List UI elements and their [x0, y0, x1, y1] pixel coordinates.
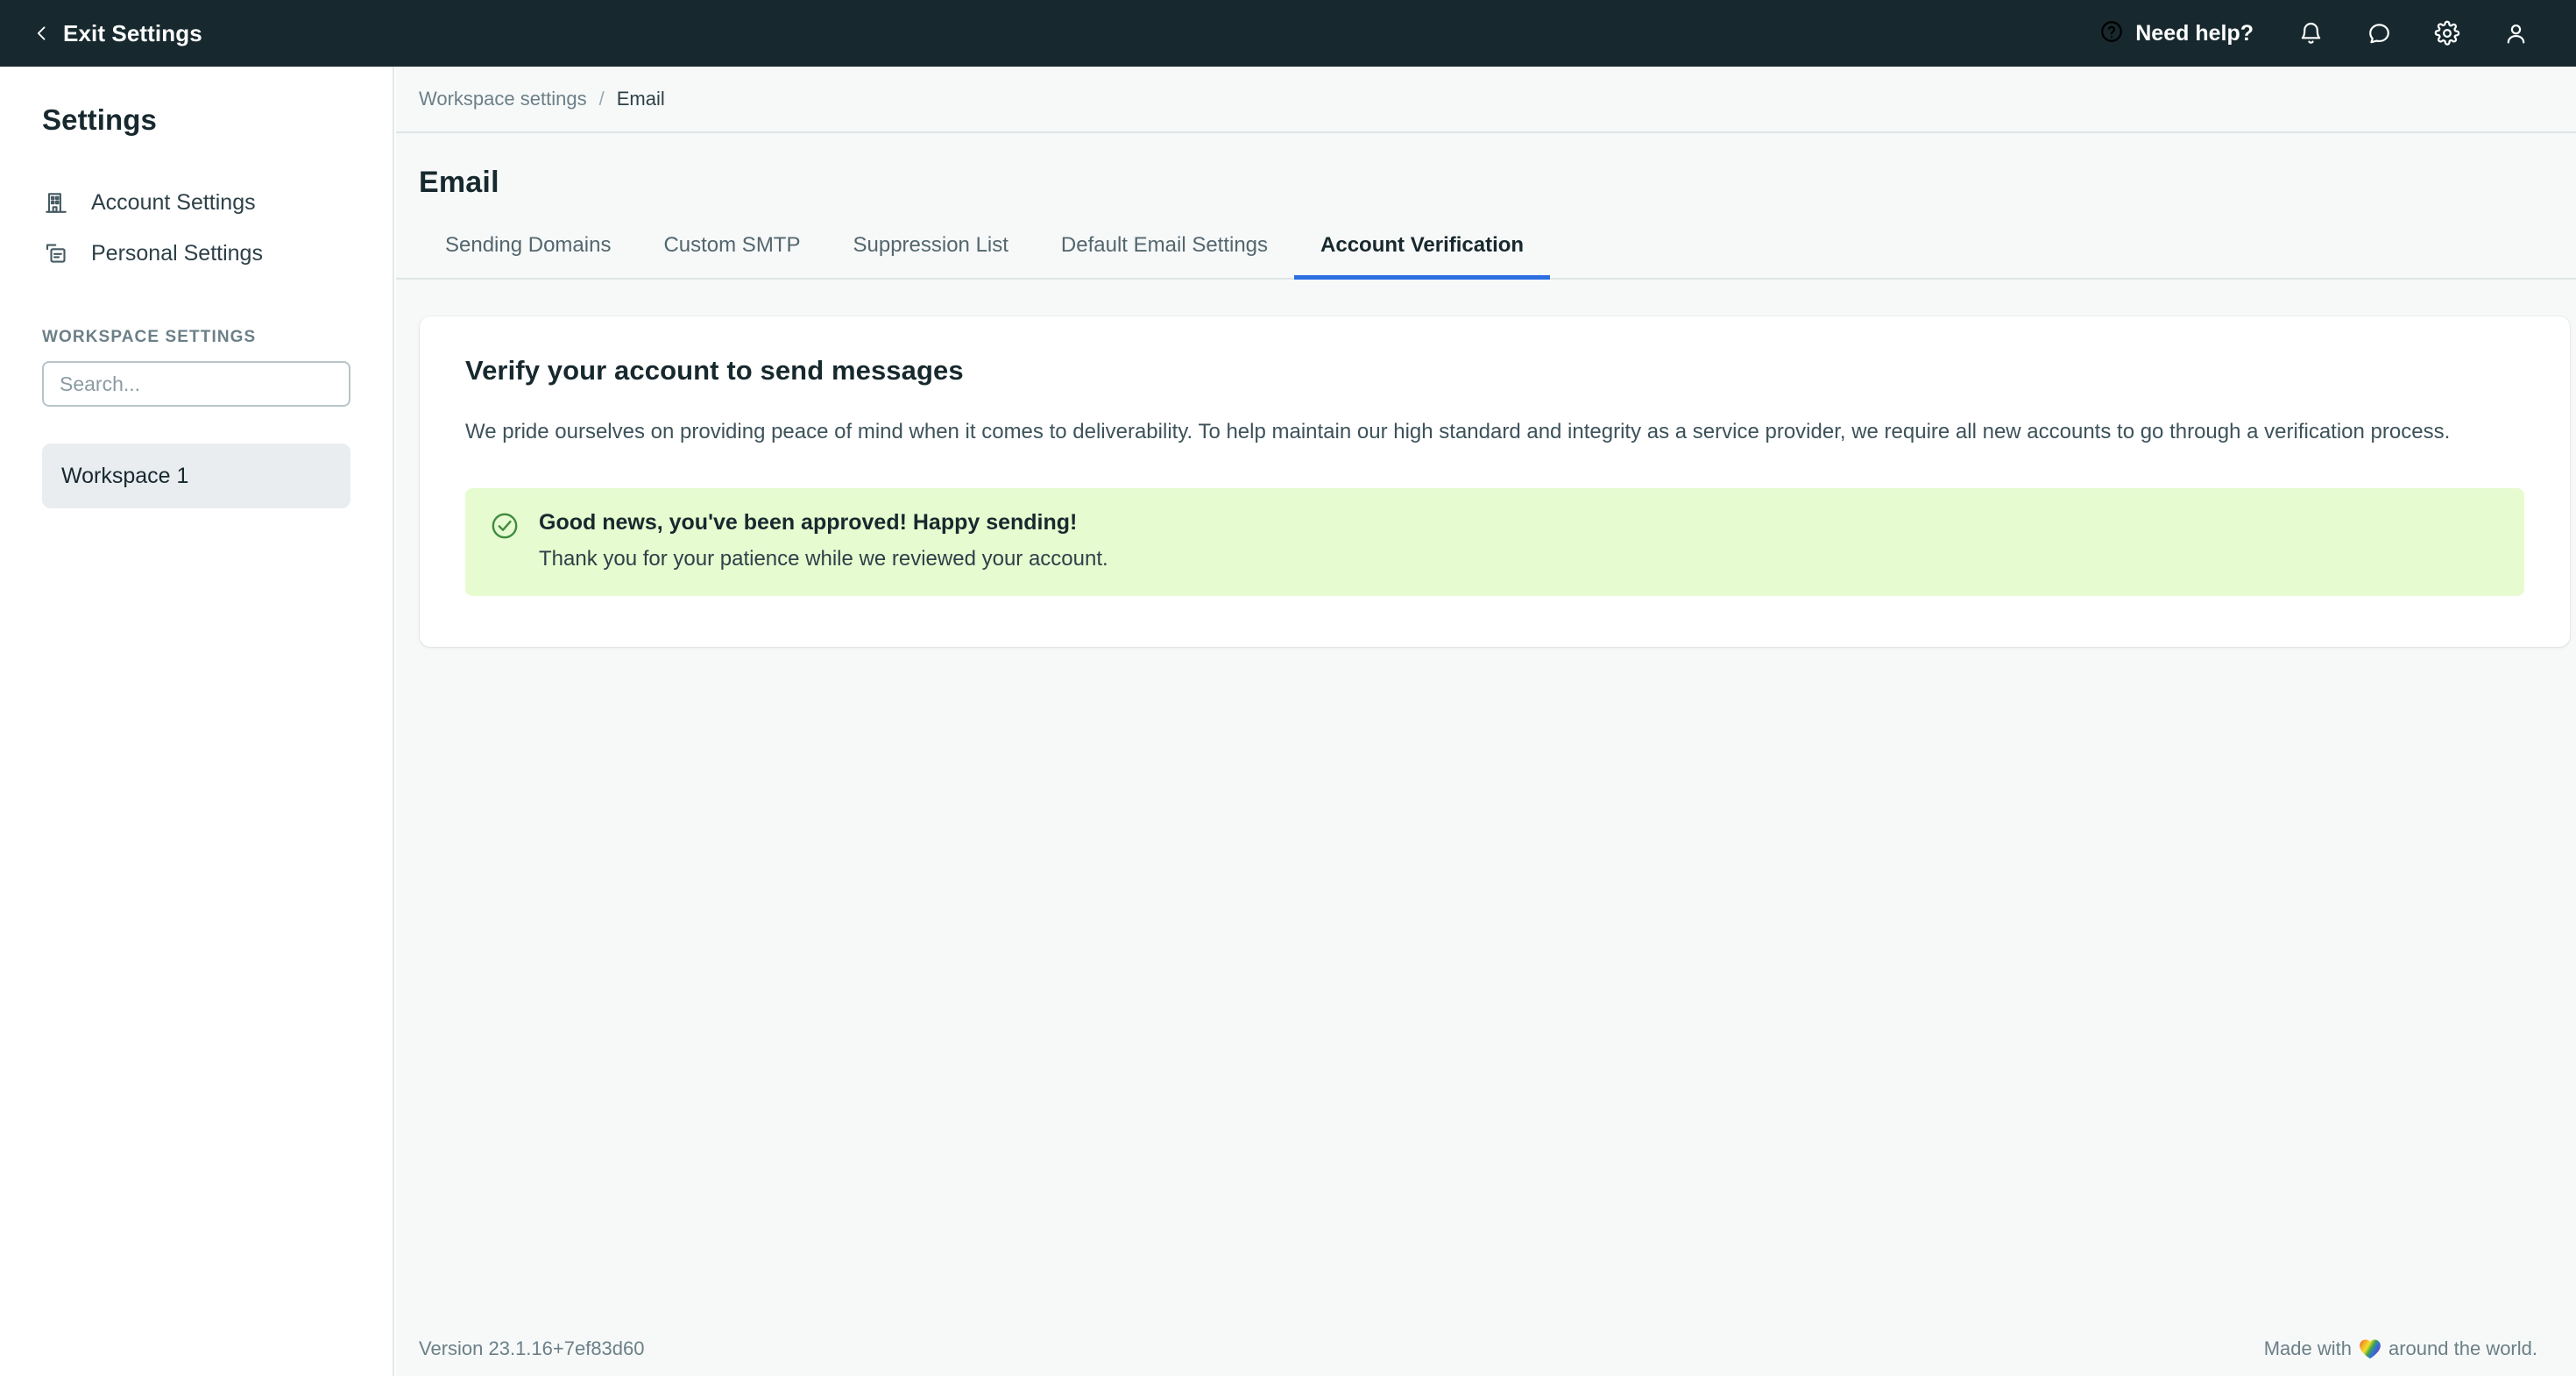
approval-alert-text: Good news, you've been approved! Happy s… — [539, 507, 1108, 573]
search-input[interactable] — [42, 361, 350, 407]
sidebar-nav: Account Settings Personal Settings — [0, 177, 393, 279]
made-with-note: Made with around the world. — [2264, 1337, 2537, 1360]
sidebar-section-label: WORKSPACE SETTINGS — [42, 328, 257, 346]
card-paragraph: We pride ourselves on providing peace of… — [465, 420, 2451, 443]
sidebar-item-account-settings[interactable]: Account Settings — [0, 177, 393, 228]
settings-sidebar: Settings Account Settings Personal Setti… — [0, 67, 394, 1376]
approval-alert-subtitle: Thank you for your patience while we rev… — [539, 547, 1108, 571]
made-with-prefix: Made with — [2263, 1337, 2352, 1359]
tab-suppression-list[interactable]: Suppression List — [826, 223, 1034, 280]
approval-alert-title: Good news, you've been approved! Happy s… — [539, 510, 1078, 535]
exit-settings-button[interactable]: Exit Settings — [33, 20, 202, 47]
sidebar-item-label: Account Settings — [91, 189, 256, 215]
tab-default-email-settings[interactable]: Default Email Settings — [1035, 223, 1294, 280]
workspace-item-label: Workspace 1 — [61, 463, 189, 488]
workspace-item-1[interactable]: Workspace 1 — [42, 443, 350, 508]
made-with-suffix: around the world. — [2388, 1337, 2537, 1359]
sidebar-item-personal-settings[interactable]: Personal Settings — [0, 228, 393, 279]
sidebar-item-label: Personal Settings — [91, 240, 263, 266]
top-bar-actions: Need help? — [2077, 0, 2550, 67]
approval-alert: Good news, you've been approved! Happy s… — [465, 488, 2524, 596]
account-verification-card: Verify your account to send messages We … — [420, 316, 2570, 647]
exit-settings-label: Exit Settings — [63, 19, 202, 46]
need-help-label: Need help? — [2135, 20, 2254, 46]
user-icon[interactable] — [2481, 0, 2550, 67]
tab-custom-smtp[interactable]: Custom SMTP — [637, 223, 826, 280]
tab-account-verification[interactable]: Account Verification — [1294, 223, 1551, 280]
rainbow-heart-icon — [2359, 1338, 2381, 1359]
check-circle-icon — [490, 511, 520, 541]
workspace-list: Workspace 1 — [0, 443, 393, 508]
main-content: Workspace settings / Email Email Sending… — [396, 67, 2576, 1376]
building-icon — [42, 188, 70, 216]
sidebar-search-wrapper — [0, 347, 393, 407]
need-help-button[interactable]: Need help? — [2077, 19, 2276, 48]
email-tabs: Sending Domains Custom SMTP Suppression … — [396, 223, 2576, 280]
card-duplicate-icon — [42, 239, 70, 267]
sidebar-title: Settings — [42, 103, 157, 136]
gear-icon[interactable] — [2413, 0, 2481, 67]
tab-sending-domains[interactable]: Sending Domains — [419, 223, 637, 280]
help-circle-icon — [2099, 19, 2124, 48]
top-bar: Exit Settings Need help? — [0, 0, 2576, 67]
version-label: Version 23.1.16+7ef83d60 — [419, 1337, 645, 1359]
chat-bubble-icon[interactable] — [2345, 0, 2413, 67]
chevron-left-icon — [33, 25, 51, 42]
page-title: Email — [419, 166, 499, 199]
breadcrumb-separator: / — [598, 88, 605, 110]
breadcrumb-parent[interactable]: Workspace settings — [419, 88, 587, 110]
card-title: Verify your account to send messages — [465, 355, 964, 386]
footer: Version 23.1.16+7ef83d60 Made with aroun… — [396, 1322, 2576, 1376]
breadcrumb-current[interactable]: Email — [617, 88, 665, 110]
breadcrumb: Workspace settings / Email — [396, 67, 2576, 133]
bell-icon[interactable] — [2276, 0, 2345, 67]
